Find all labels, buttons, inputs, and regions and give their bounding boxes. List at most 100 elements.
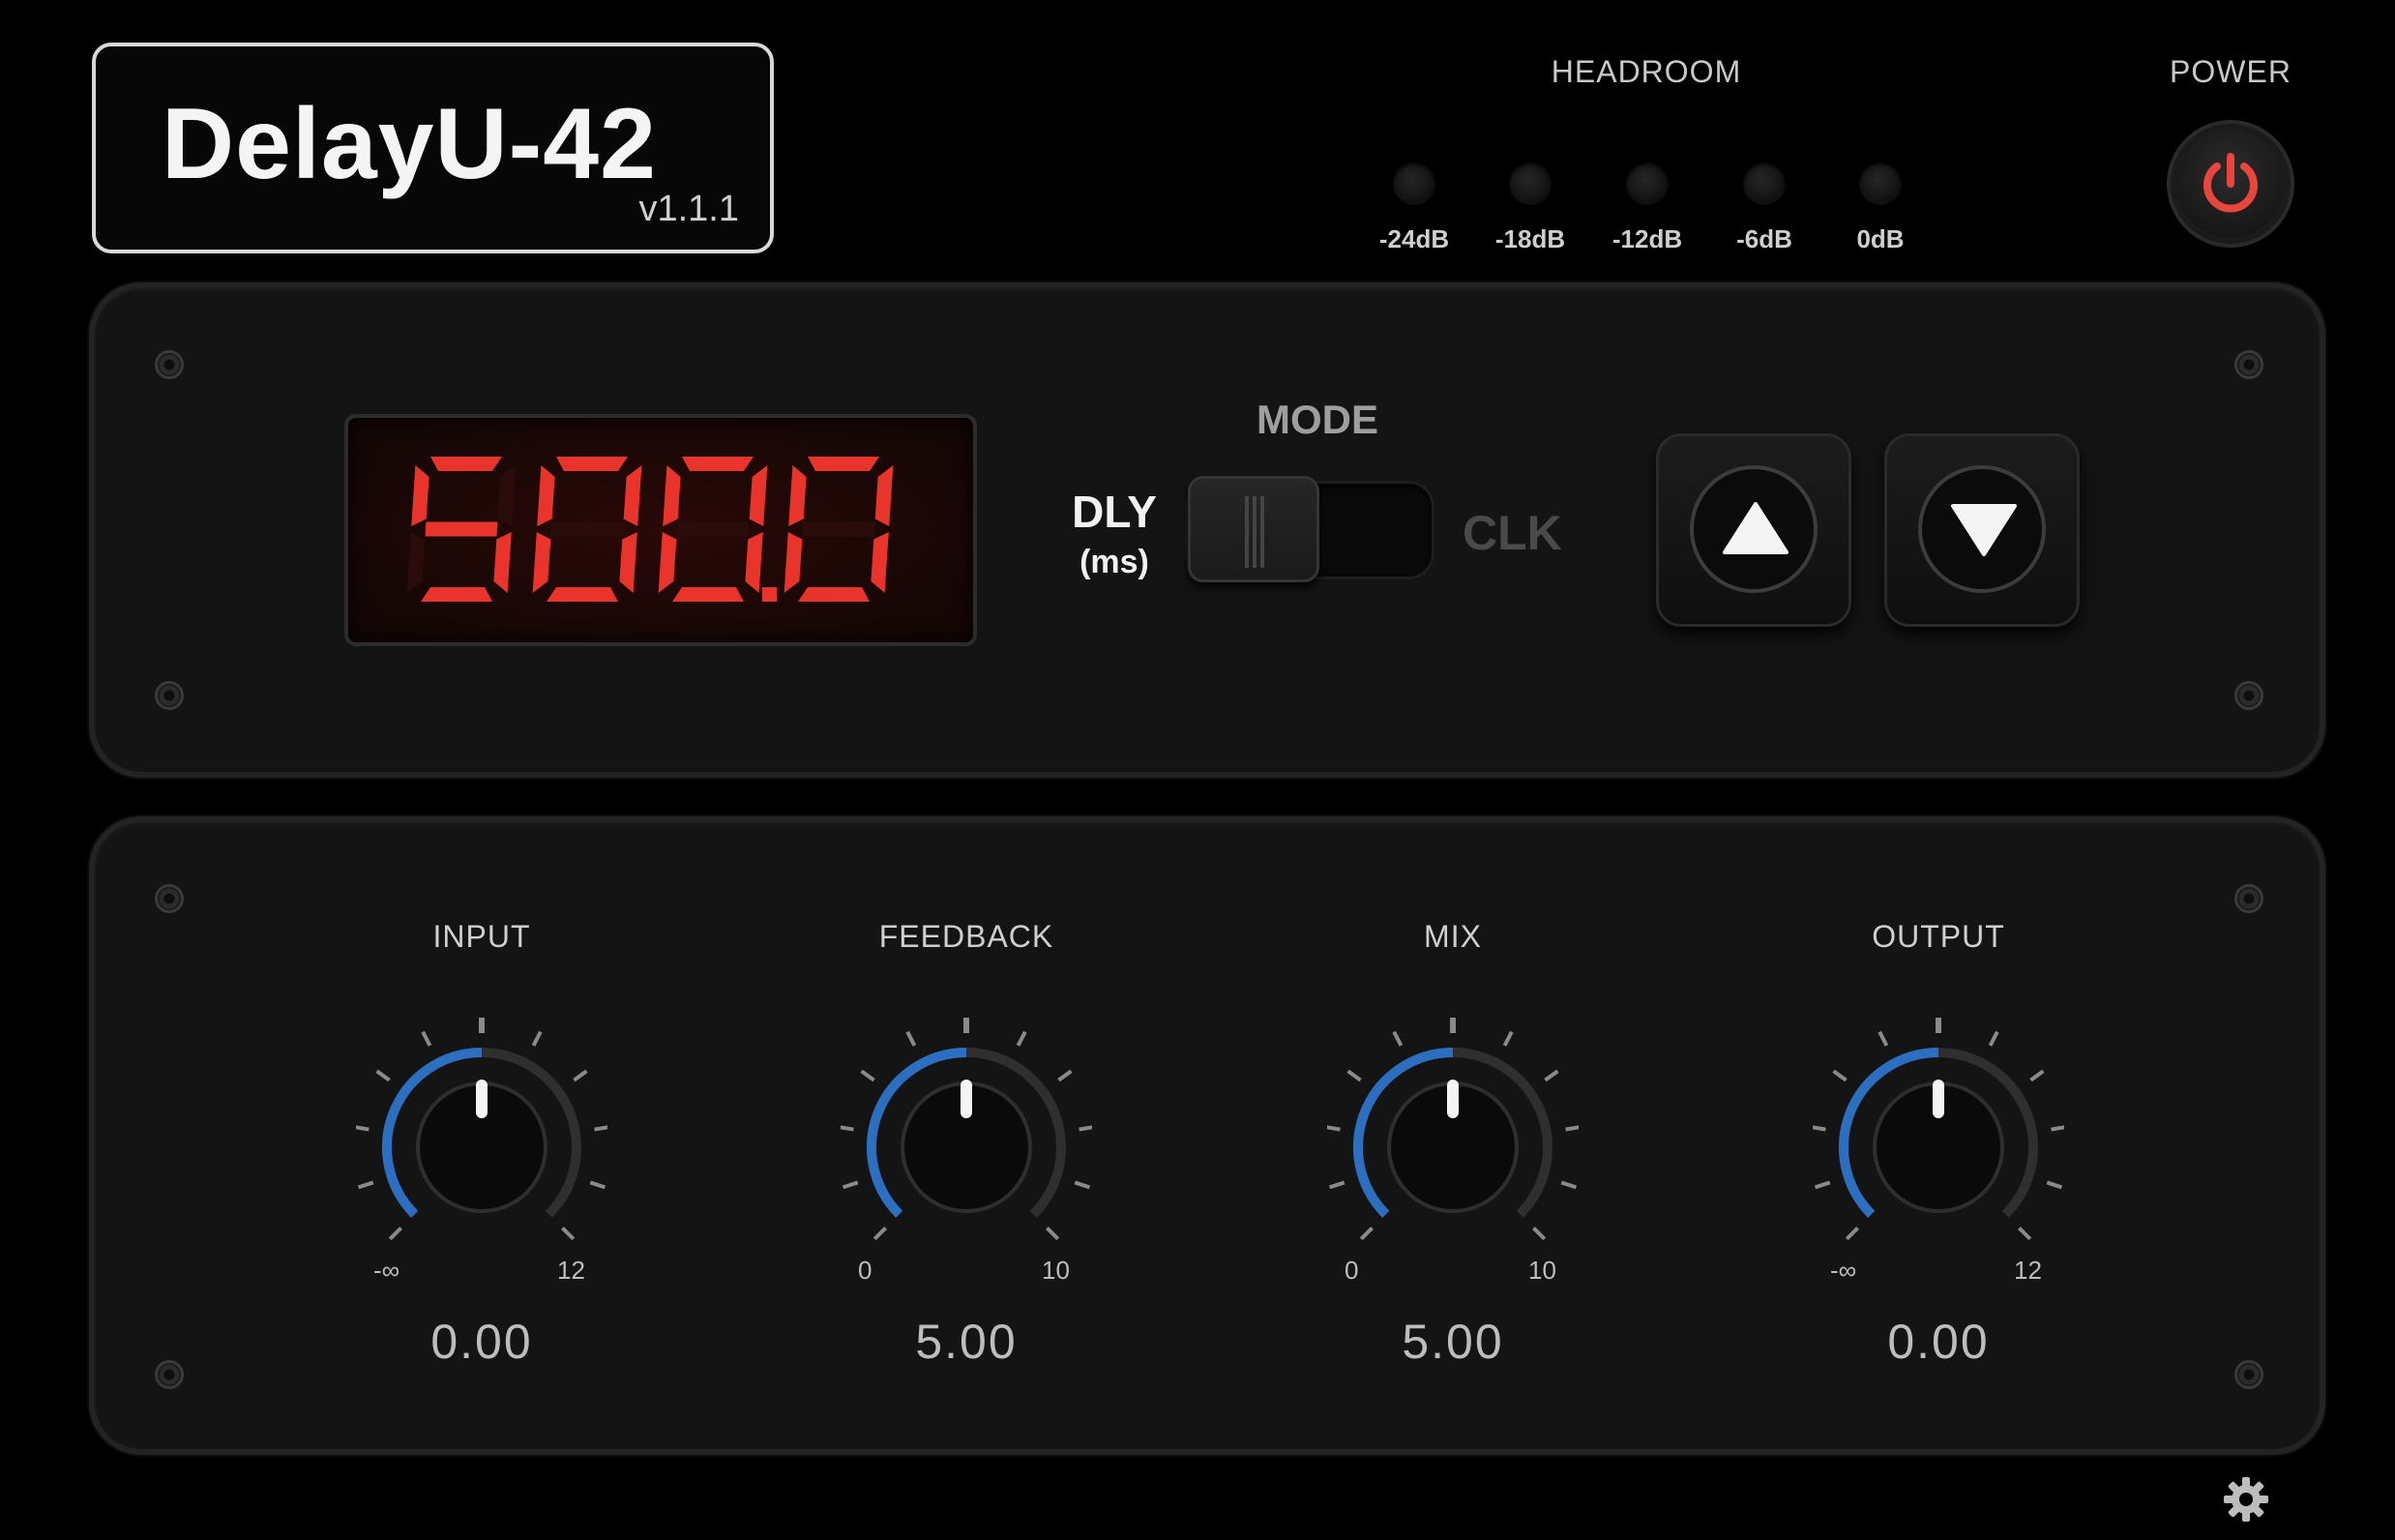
display-segment [871,532,889,593]
knob-input-value: 0.00 [430,1315,533,1369]
knob-tick [1016,1030,1027,1047]
knob-input-label: INPUT [432,919,531,954]
version-label: v1.1.1 [638,189,739,229]
knob-tick [589,1180,606,1190]
knob-tick [356,1125,370,1132]
screw-icon [2234,350,2263,379]
display-segment [411,465,429,526]
display-digit [532,457,642,602]
knob-tick [1532,1227,1547,1241]
display-decimal-point [762,587,777,602]
grip-line [1253,496,1257,568]
display-digit [406,457,517,602]
knob-feedback-max: 10 [1042,1256,1070,1285]
knob-tick [1845,1227,1859,1241]
display-segment [788,465,807,526]
decrement-button[interactable] [1884,433,2080,627]
knob-feedback-label: FEEDBACK [878,919,1054,954]
display-segment [672,587,744,602]
screw-icon [155,681,184,710]
screw-icon [2234,681,2263,710]
knob-tick [561,1227,576,1241]
display-segment [406,532,426,593]
knob-tick [594,1125,607,1132]
knob-output-label: OUTPUT [1872,919,2005,954]
display-segment [493,532,512,593]
knob-mix-max: 10 [1528,1256,1556,1285]
display-segment [749,465,768,526]
knob-feedback-value: 5.00 [915,1315,1018,1369]
knob-tick [1046,1227,1060,1241]
headroom-led-label: -18dB [1494,224,1566,253]
knob-tick [1392,1030,1404,1047]
mode-clk-label: CLK [1463,506,1562,560]
display-segment [430,457,502,471]
screw-icon [155,350,184,379]
knob-mix[interactable] [1327,1004,1579,1256]
power-title: POWER [2170,54,2292,89]
display-segment [421,587,492,602]
triangle-down-icon [1951,504,2017,556]
knob-tick [2046,1180,2063,1190]
display-segment [798,587,870,602]
display-segment [556,457,628,471]
knob-input-max: 12 [557,1256,585,1285]
knob-input-min: -∞ [373,1256,400,1285]
display-segment [547,587,618,602]
knob-tick [375,1069,391,1082]
headroom-led-label: -12dB [1611,224,1683,253]
knob-output-min: -∞ [1830,1256,1857,1285]
display-segment [550,521,624,537]
title-box: DelayU-42 v1.1.1 [92,43,774,253]
gear-icon[interactable] [2221,1474,2271,1525]
increment-button[interactable] [1656,433,1851,627]
knob-tick [2018,1227,2032,1241]
knob-tick [421,1030,432,1047]
display-segment [784,532,803,593]
knob-tick [1079,1125,1092,1132]
knob-tick [1327,1125,1341,1132]
mode-toggle-thumb[interactable] [1188,476,1319,582]
display-segment [874,465,894,526]
knob-tick [872,1227,887,1241]
plugin-window: DelayU-42 v1.1.1 HEADROOM -24dB -18dB -12d… [0,0,2395,1540]
knob-feedback-min: 0 [858,1256,872,1285]
display-segment [532,532,551,593]
mode-title: MODE [1257,397,1378,442]
display-digit [658,457,768,602]
knob-tick [1074,1180,1091,1190]
knob-tick [860,1069,875,1082]
knob-input[interactable] [356,1004,607,1256]
grip-line [1245,496,1249,568]
delay-time-display [344,414,977,646]
display-segment [745,532,763,593]
knob-tick [1878,1030,1889,1047]
knob-tick [841,1125,854,1132]
knob-output[interactable] [1813,1004,2064,1256]
knob-mix-label: MIX [1424,919,1482,954]
knob-output-value: 0.00 [1887,1315,1990,1369]
screw-icon [2234,1360,2263,1389]
headroom-led [1859,163,1902,205]
knob-output-max: 12 [2014,1256,2042,1285]
power-button[interactable] [2167,120,2294,248]
display-segment [623,465,642,526]
knob-tick [842,1180,859,1190]
knob-tick [1544,1069,1559,1082]
knob-tick [1832,1069,1848,1082]
knob-tick [1346,1069,1362,1082]
knob-tick [1560,1180,1578,1190]
display-segment [658,532,677,593]
knob-tick [357,1180,374,1190]
knob-tick [1813,1125,1826,1132]
knob-tick [1988,1030,1999,1047]
grip-line [1260,496,1264,568]
knob-tick [573,1069,588,1082]
knob-feedback[interactable] [841,1004,1092,1256]
screw-icon [155,884,184,913]
headroom-led [1393,163,1435,205]
knob-tick [905,1030,917,1047]
knob-tick [2029,1069,2045,1082]
knob-tick [1814,1180,1831,1190]
display-segment [537,465,555,526]
